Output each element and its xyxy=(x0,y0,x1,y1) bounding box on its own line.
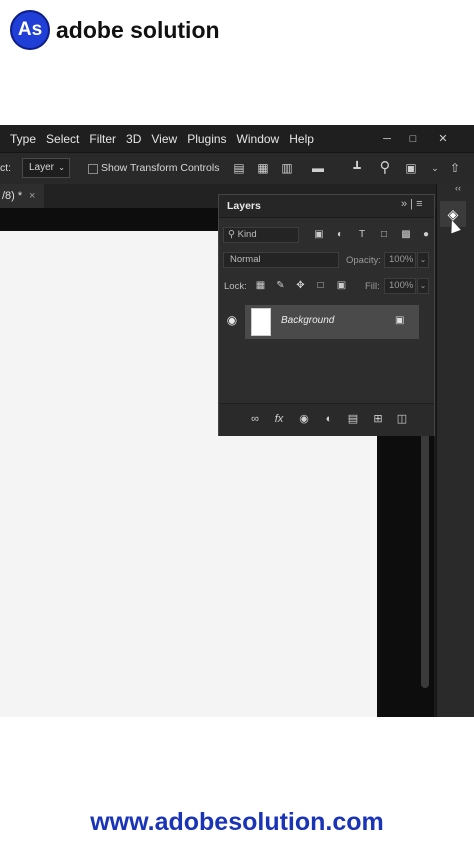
layer-style-icon[interactable]: fx xyxy=(271,411,287,427)
eye-icon[interactable]: ◉ xyxy=(225,313,239,327)
blend-mode-value: Normal xyxy=(230,254,261,265)
layer-name[interactable]: Background xyxy=(281,315,334,326)
link-layers-icon[interactable]: ∞ xyxy=(247,411,263,427)
align-top-edges-icon[interactable]: ┻ xyxy=(350,161,364,175)
document-tab-title: /8) * xyxy=(2,190,23,202)
menu-type[interactable]: Type xyxy=(10,132,36,146)
share-icon[interactable]: ⇧ xyxy=(448,161,462,175)
menu-window[interactable]: Window xyxy=(237,132,280,146)
adjustment-layer-filter-icon[interactable]: ◐ xyxy=(333,228,347,242)
align-horizontal-centers-icon[interactable]: ▦ xyxy=(256,161,270,175)
search-icon: ⚲ xyxy=(228,229,238,240)
photoshop-window: Type Select Filter 3D View Plugins Windo… xyxy=(0,125,474,717)
align-right-edges-icon[interactable]: ▥ xyxy=(280,161,294,175)
menu-help[interactable]: Help xyxy=(289,132,314,146)
smart-object-filter-icon[interactable]: ▩ xyxy=(399,228,413,242)
search-icon[interactable]: ⚲ xyxy=(378,160,392,175)
show-transform-controls-label: Show Transform Controls xyxy=(101,162,220,174)
collapse-panels-icon[interactable]: ‹‹ xyxy=(455,183,461,193)
filter-toggle-icon[interactable]: ● xyxy=(419,228,433,242)
menu-view[interactable]: View xyxy=(151,132,177,146)
vertical-scrollbar[interactable] xyxy=(421,428,429,688)
menu-select[interactable]: Select xyxy=(46,132,79,146)
align-left-edges-icon[interactable]: ▤ xyxy=(232,161,246,175)
opacity-dropdown-icon[interactable]: ⌄ xyxy=(417,252,429,268)
options-bar: ct: Layer ⌄ Show Transform Controls ▤ ▦ … xyxy=(0,152,474,186)
opacity-label: Opacity: xyxy=(346,255,381,266)
chevron-down-icon: ⌄ xyxy=(58,163,65,172)
chevron-down-icon[interactable]: ⌄ xyxy=(428,161,442,175)
shape-layer-filter-icon[interactable]: □ xyxy=(377,228,391,242)
brand-header: As adobe solution xyxy=(10,10,220,50)
adobe-solution-logo: As xyxy=(10,10,50,50)
lock-transparent-pixels-icon[interactable]: ▦ xyxy=(254,279,267,292)
lock-position-icon[interactable]: ✥ xyxy=(294,279,307,292)
pixel-layer-filter-icon[interactable]: ▣ xyxy=(312,228,326,242)
restore-icon[interactable]: □ xyxy=(400,125,426,152)
auto-select-target-value: Layer xyxy=(29,162,55,173)
lock-image-pixels-icon[interactable]: ✎ xyxy=(274,279,287,292)
lock-all-icon[interactable]: ▣ xyxy=(335,279,348,292)
filter-kind-dropdown[interactable]: ⚲ Kind xyxy=(223,227,299,243)
document-tab[interactable]: /8) * xyxy=(0,184,44,208)
auto-select-target-dropdown[interactable]: Layer ⌄ xyxy=(22,158,70,178)
panel-dock-strip xyxy=(436,184,474,717)
panel-menu-icon[interactable]: » | ≡ xyxy=(401,198,423,210)
close-tab-icon[interactable]: × xyxy=(29,184,35,208)
website-url[interactable]: www.adobesolution.com xyxy=(0,808,474,837)
new-group-icon[interactable]: ▤ xyxy=(345,411,361,427)
fill-dropdown-icon[interactable]: ⌄ xyxy=(417,278,429,294)
layers-panel-title[interactable]: Layers xyxy=(227,200,261,212)
menu-plugins[interactable]: Plugins xyxy=(187,132,226,146)
layers-panel: Layers » | ≡ ⚲ Kind ▣ ◐ T □ ▩ ● Normal O… xyxy=(218,194,435,436)
menu-3d[interactable]: 3D xyxy=(126,132,141,146)
brand-name: adobe solution xyxy=(56,16,220,43)
layer-thumbnail xyxy=(251,308,271,336)
minimize-icon[interactable]: ─ xyxy=(374,125,400,152)
show-transform-controls-checkbox[interactable] xyxy=(88,164,98,174)
menu-filter[interactable]: Filter xyxy=(89,132,116,146)
add-mask-icon[interactable]: ◉ xyxy=(296,411,312,427)
lock-artboard-icon[interactable]: □ xyxy=(314,279,327,292)
lock-label: Lock: xyxy=(224,281,247,292)
blend-mode-dropdown[interactable]: Normal xyxy=(223,252,339,268)
fill-label: Fill: xyxy=(365,281,380,292)
filter-kind-value: Kind xyxy=(237,229,257,240)
opacity-field[interactable]: 100% xyxy=(384,252,416,268)
close-icon[interactable]: ✕ xyxy=(430,125,456,152)
type-layer-filter-icon[interactable]: T xyxy=(355,228,369,242)
adjustment-layer-icon[interactable]: ◐ xyxy=(321,411,337,427)
new-layer-icon[interactable]: ⊞ xyxy=(370,411,386,427)
fill-field[interactable]: 100% xyxy=(384,278,416,294)
trash-icon[interactable]: ◫ xyxy=(394,411,410,427)
auto-select-label: ct: xyxy=(0,162,12,174)
workspace-icon[interactable]: ▣ xyxy=(404,161,418,175)
distribute-icon[interactable]: ▬ xyxy=(311,161,325,175)
lock-icon[interactable]: ▣ xyxy=(395,315,404,326)
